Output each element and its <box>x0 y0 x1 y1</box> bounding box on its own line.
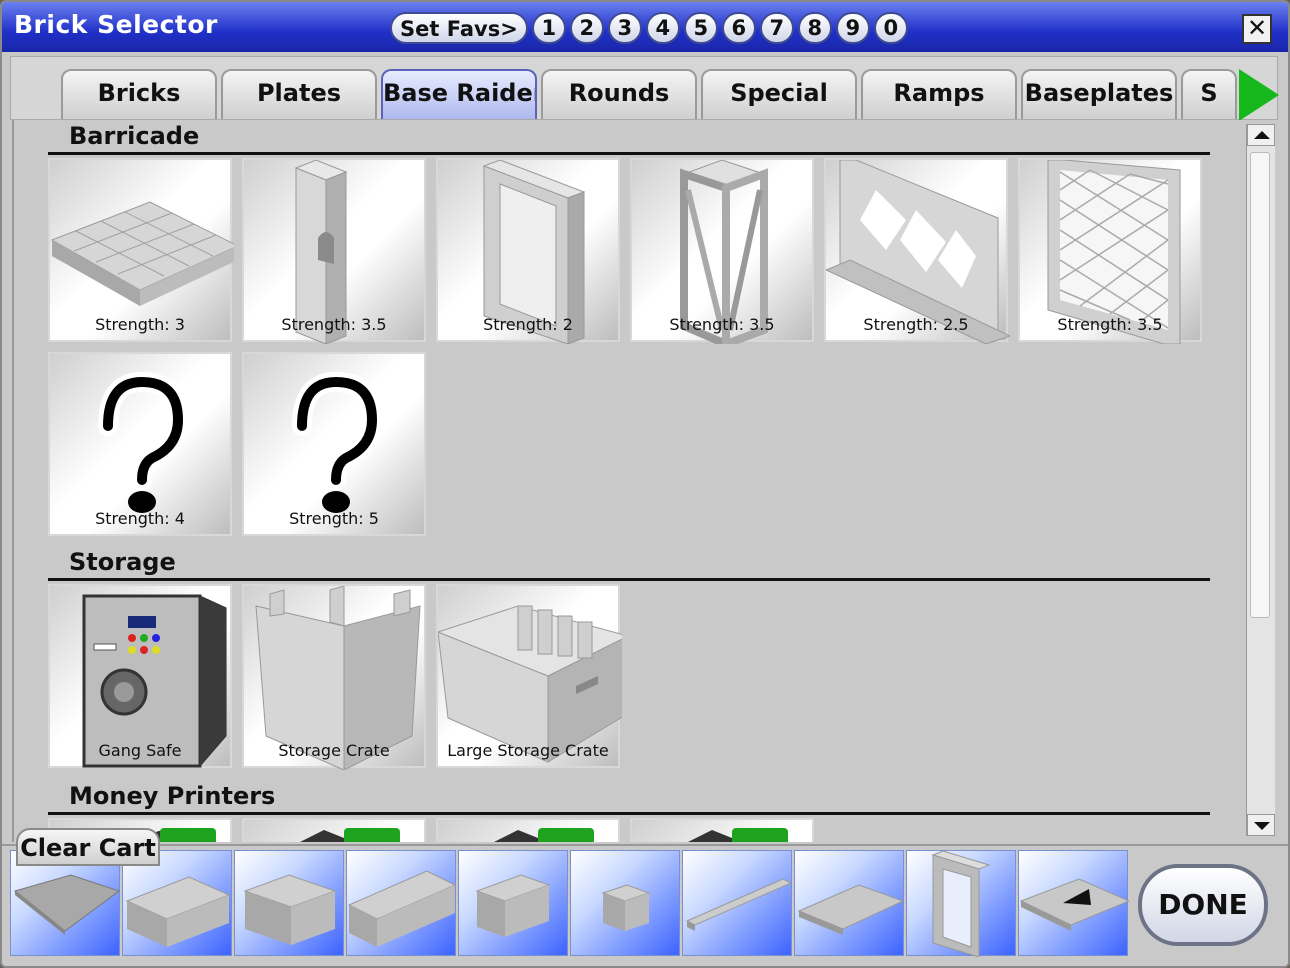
brick-item[interactable]: Strength: 3 <box>48 158 234 342</box>
section-title-money-printers: Money Printers <box>69 782 276 810</box>
tab-baseplates[interactable]: Baseplates <box>1021 69 1177 119</box>
brick-item[interactable]: Strength: 5 <box>242 352 426 536</box>
window-frame-icon <box>931 851 991 957</box>
window-title: Brick Selector <box>14 10 218 39</box>
cart-slot-brick-1x2[interactable] <box>458 850 568 956</box>
scroll-down-icon[interactable] <box>1247 814 1275 836</box>
cart-slot-brick-2x6[interactable] <box>346 850 457 956</box>
item-label: Storage Crate <box>278 741 390 760</box>
fav-slot-5[interactable]: 5 <box>683 12 718 44</box>
brick-2x6-icon <box>347 870 457 947</box>
cart-slot-ramp-plate[interactable] <box>1018 850 1129 956</box>
cart-slot-window-frame[interactable] <box>906 850 1016 957</box>
baseplate-icon <box>13 874 121 935</box>
ramp-plate-icon <box>1019 878 1129 931</box>
brick-item[interactable] <box>242 818 426 842</box>
tab-scroll-right-icon[interactable] <box>1239 69 1279 121</box>
item-label: Gang Safe <box>98 741 182 760</box>
tab-bricks[interactable]: Bricks <box>61 69 217 119</box>
brick-item[interactable]: Strength: 4 <box>48 352 232 536</box>
item-label: Strength: 2 <box>483 315 573 334</box>
fav-slot-9[interactable]: 9 <box>835 12 870 44</box>
money-printer-icon <box>494 828 594 842</box>
cart-slot-brick-2x2[interactable] <box>234 850 344 956</box>
scroll-thumb[interactable] <box>1250 152 1270 618</box>
brick-item[interactable]: Large Storage Crate <box>436 584 622 768</box>
section-divider <box>48 812 1210 815</box>
brick-2x4-icon <box>125 876 231 947</box>
cart-slot-plate-large[interactable] <box>794 850 905 956</box>
cart-slot-brick-1x1[interactable] <box>570 850 680 956</box>
item-label: Strength: 3.5 <box>669 315 775 334</box>
brick-1x1-icon <box>601 884 651 931</box>
section-divider <box>48 578 1210 581</box>
section-divider <box>48 152 1210 155</box>
brick-item[interactable] <box>630 818 814 842</box>
brick-selector-window: Brick Selector Set Favs> 1 2 3 4 5 6 7 8… <box>0 0 1290 968</box>
close-button[interactable]: ✕ <box>1242 14 1272 44</box>
title-bar: Brick Selector Set Favs> 1 2 3 4 5 6 7 8… <box>2 2 1288 52</box>
section-title-barricade: Barricade <box>69 122 200 150</box>
brick-item[interactable]: Strength: 2 <box>436 158 620 344</box>
item-label: Strength: 2.5 <box>863 315 969 334</box>
brick-list: Barricade Strength: 3 Strength: 3.5 Stre… <box>12 120 1248 842</box>
item-label: Strength: 4 <box>95 509 185 528</box>
item-label: Strength: 3.5 <box>1057 315 1163 334</box>
fav-slot-1[interactable]: 1 <box>531 12 566 44</box>
fav-slot-2[interactable]: 2 <box>569 12 604 44</box>
item-label: Strength: 3 <box>95 315 185 334</box>
plate-large-icon <box>797 884 905 935</box>
fav-slot-0[interactable]: 0 <box>873 12 908 44</box>
tab-special[interactable]: Special <box>701 69 857 119</box>
fav-slot-7[interactable]: 7 <box>759 12 794 44</box>
favorites-bar: Set Favs> 1 2 3 4 5 6 7 8 9 0 <box>390 12 908 44</box>
tab-plates[interactable]: Plates <box>221 69 377 119</box>
fav-slot-4[interactable]: 4 <box>645 12 680 44</box>
tab-rounds[interactable]: Rounds <box>541 69 697 119</box>
beam-icon <box>685 878 793 931</box>
set-favs-button[interactable]: Set Favs> <box>390 12 528 44</box>
brick-1x2-icon <box>475 874 551 937</box>
brick-item[interactable]: Storage Crate <box>242 584 426 770</box>
brick-item[interactable]: Strength: 3.5 <box>630 158 814 344</box>
tab-base-raiders[interactable]: Base Raiders <box>381 69 537 119</box>
clear-cart-button[interactable]: Clear Cart <box>16 828 160 866</box>
item-label: Large Storage Crate <box>447 741 609 760</box>
cart-slot-beam[interactable] <box>682 850 793 956</box>
money-printer-icon <box>688 828 788 842</box>
done-button[interactable]: DONE <box>1138 864 1268 946</box>
category-tabs: Bricks Plates Base Raiders Rounds Specia… <box>10 56 1279 121</box>
tab-s-partial[interactable]: S <box>1181 69 1237 119</box>
brick-item[interactable]: Gang Safe <box>48 584 232 768</box>
item-label: Strength: 5 <box>289 509 379 528</box>
money-printer-icon <box>300 828 400 842</box>
brick-2x2-icon <box>243 874 337 945</box>
brick-item[interactable] <box>436 818 620 842</box>
brick-item[interactable]: Strength: 2.5 <box>824 158 1010 344</box>
tab-ramps[interactable]: Ramps <box>861 69 1017 119</box>
brick-item[interactable]: Strength: 3.5 <box>1018 158 1202 344</box>
fav-slot-3[interactable]: 3 <box>607 12 642 44</box>
section-title-storage: Storage <box>69 548 176 576</box>
fav-slot-8[interactable]: 8 <box>797 12 832 44</box>
item-label: Strength: 3.5 <box>281 315 387 334</box>
scroll-up-icon[interactable] <box>1247 124 1275 146</box>
brick-item[interactable]: Strength: 3.5 <box>242 158 426 344</box>
vertical-scrollbar[interactable] <box>1246 124 1275 836</box>
fav-slot-6[interactable]: 6 <box>721 12 756 44</box>
